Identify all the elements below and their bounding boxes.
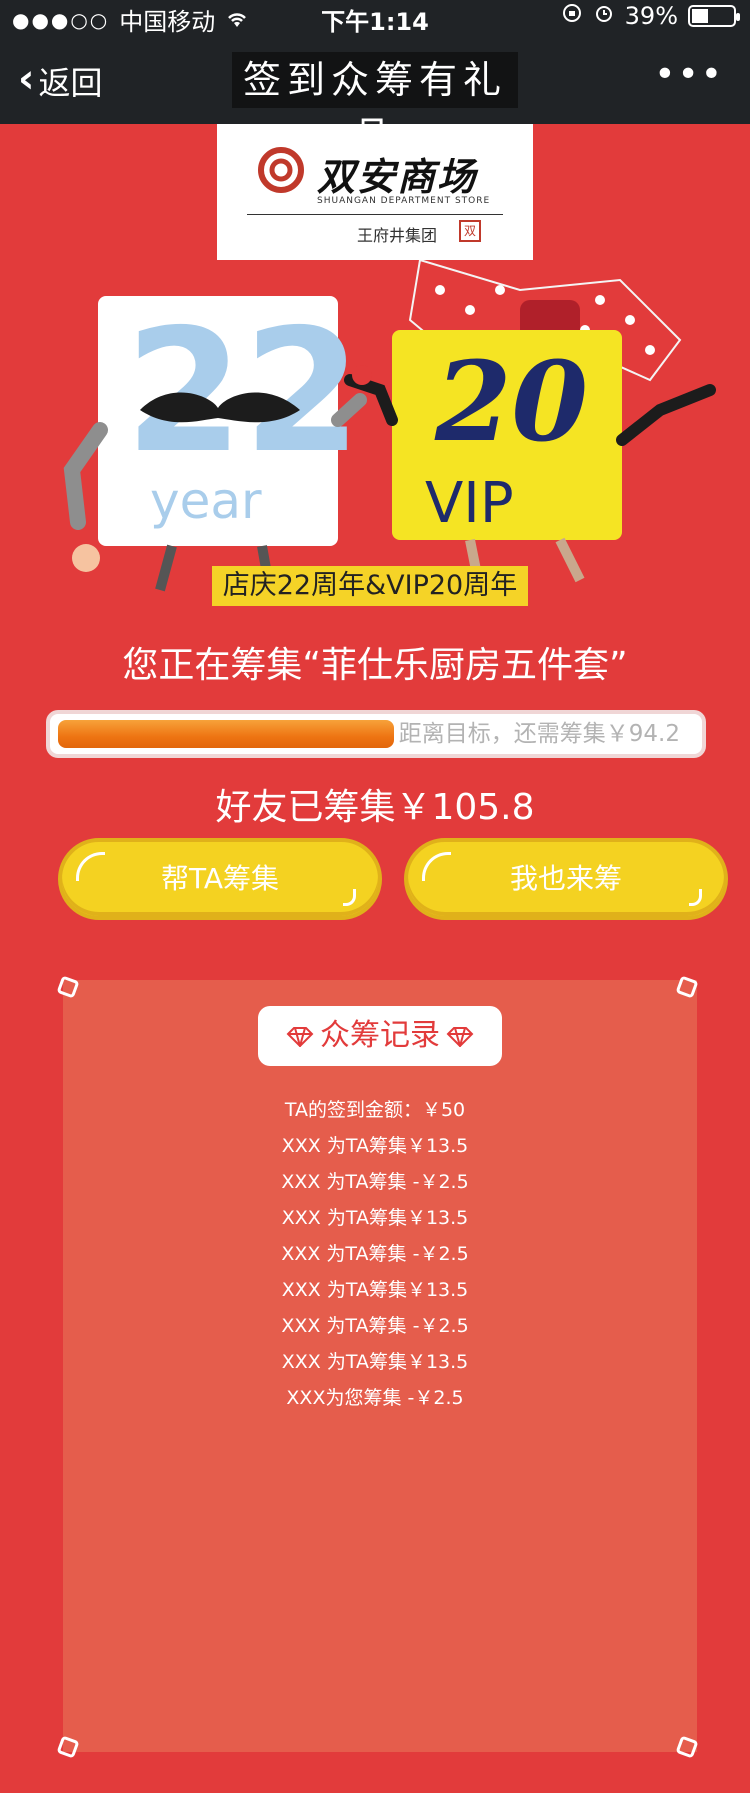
- back-label: 返回: [38, 64, 103, 102]
- records-title-label: 众筹记录: [320, 1018, 440, 1053]
- join-raise-button[interactable]: 我也来筹: [404, 838, 728, 920]
- group-name: 王府井集团: [357, 226, 438, 245]
- store-name-en: SHUANGAN DEPARTMENT STORE: [317, 196, 491, 206]
- nav-bar: ‹ 返回 签到众筹有礼品 •••: [0, 40, 750, 158]
- record-row: XXX 为TA筹集￥13.5: [281, 1135, 469, 1157]
- rotation-lock-icon: [561, 2, 583, 30]
- store-logo-icon: [258, 147, 304, 193]
- diamond-icon: [286, 1026, 314, 1047]
- alarm-icon: [593, 2, 615, 30]
- battery-icon: [688, 5, 740, 27]
- record-row: XXX 为TA筹集 -￥2.5: [281, 1171, 469, 1193]
- record-row: XXX 为TA筹集 -￥2.5: [281, 1243, 469, 1265]
- records-title: 众筹记录: [258, 1006, 502, 1066]
- chevron-left-icon: ‹: [18, 56, 35, 102]
- record-row: XXX 为TA筹集￥13.5: [281, 1279, 469, 1301]
- more-options-icon[interactable]: •••: [654, 54, 724, 95]
- remaining-amount-text: 距离目标，还需筹集￥94.2: [398, 721, 680, 747]
- group-seal-icon: 双: [459, 220, 481, 242]
- number-20-text: 20: [434, 337, 588, 466]
- records-list: TA的签到金额：￥50 XXX 为TA筹集￥13.5 XXX 为TA筹集 -￥2…: [0, 1092, 750, 1416]
- logo-divider: [247, 214, 503, 215]
- crowdfund-headline: 您正在筹集“菲仕乐厨房五件套”: [122, 645, 628, 686]
- raised-amount-text: 好友已筹集￥105.8: [215, 787, 535, 828]
- vip-text: VIP: [425, 471, 514, 536]
- store-logo-card: 双安商场 SHUANGAN DEPARTMENT STORE 王府井集团 双: [217, 124, 533, 260]
- help-raise-button[interactable]: 帮TA筹集: [58, 838, 382, 920]
- anniversary-illustration: 22 year 20 VIP: [63, 260, 716, 592]
- page-title: 签到众筹有礼品: [232, 52, 518, 158]
- status-bar: ●●●○○ 中国移动 下午1:14 39%: [0, 0, 750, 36]
- progress-fill: [58, 720, 394, 748]
- back-button[interactable]: ‹ 返回: [18, 56, 103, 104]
- progress-bar: 距离目标，还需筹集￥94.2: [46, 710, 706, 758]
- record-row: XXX为您筹集 -￥2.5: [286, 1387, 464, 1409]
- anniversary-banner: 店庆22周年&VIP20周年: [212, 566, 528, 606]
- store-name-cn: 双安商场: [317, 154, 478, 199]
- record-row: TA的签到金额：￥50: [284, 1099, 466, 1121]
- record-row: XXX 为TA筹集 -￥2.5: [281, 1315, 469, 1337]
- top-bar: ●●●○○ 中国移动 下午1:14 39% ‹ 返回 签到众筹有礼品 •••: [0, 0, 750, 158]
- battery-percent: 39%: [624, 2, 678, 30]
- diamond-icon: [446, 1026, 474, 1047]
- number-22-text: 22: [125, 293, 362, 491]
- record-row: XXX 为TA筹集￥13.5: [281, 1351, 469, 1373]
- record-row: XXX 为TA筹集￥13.5: [281, 1207, 469, 1229]
- year-text: year: [150, 472, 262, 530]
